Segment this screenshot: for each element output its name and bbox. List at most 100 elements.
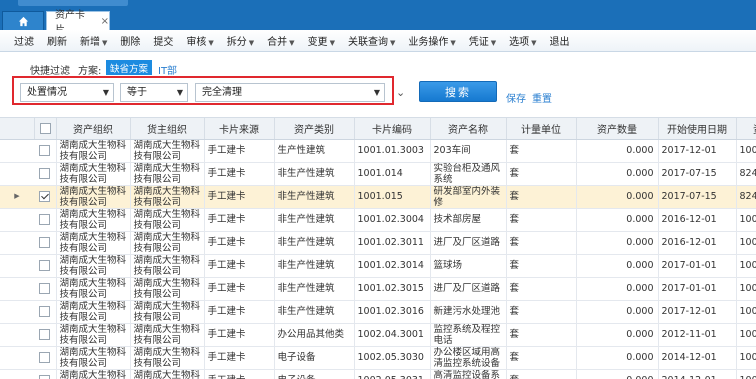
column-header[interactable]: 货主组织 <box>130 118 205 140</box>
row-checkbox[interactable] <box>39 352 51 363</box>
menu-item-label: 删除 <box>120 37 141 48</box>
row-checkbox[interactable] <box>39 168 51 179</box>
column-header[interactable]: 卡片来源 <box>204 118 275 140</box>
table-row[interactable]: 湖南成大生物科技有限公司湖南成大生物科技有限公司手工建卡电子设备1002.05.… <box>0 346 756 370</box>
row-checkbox-cell[interactable] <box>34 185 57 209</box>
row-checkbox[interactable] <box>39 145 51 156</box>
scheme-label: 方案: <box>78 66 102 77</box>
table-row[interactable]: 湖南成大生物科技有限公司 湖南成大生物科技有限公司 手工建卡 生产性建筑 1001.01… <box>0 139 756 163</box>
row-checkbox-cell[interactable] <box>34 323 57 347</box>
row-checkbox-cell[interactable] <box>34 369 57 379</box>
select-all-checkbox[interactable] <box>34 118 57 140</box>
double-chevron-down-icon[interactable]: ⌄ <box>396 86 405 99</box>
cell-category: 办公用品其他类 <box>274 323 355 347</box>
row-checkbox[interactable] <box>39 191 51 202</box>
cell-org: 湖南成大生物科技有限公司 <box>56 369 131 379</box>
row-checkbox-cell[interactable] <box>34 300 57 324</box>
row-checkbox-cell[interactable] <box>34 231 57 255</box>
cell-unit: 套 <box>506 185 577 209</box>
cell-name: 新建污水处理池 <box>430 300 507 324</box>
column-header[interactable]: 计量单位 <box>506 118 577 140</box>
scheme-it-link[interactable]: IT部 <box>158 62 177 77</box>
menu-item[interactable]: 新增 ▼ <box>80 33 107 48</box>
menu-item[interactable]: 退出 <box>550 33 570 48</box>
menu-item-label: 凭证 <box>468 37 489 48</box>
search-button[interactable]: 搜索 <box>419 81 497 102</box>
row-checkbox[interactable] <box>39 306 51 317</box>
column-header[interactable]: 资产名称 <box>430 118 507 140</box>
menu-item[interactable]: 选项 ▼ <box>509 33 536 48</box>
menu-item[interactable]: 变更 ▼ <box>308 33 335 48</box>
table-row[interactable]: 湖南成大生物科技有限公司湖南成大生物科技有限公司手工建卡电子设备1002.05.… <box>0 369 756 379</box>
filter-field-select[interactable]: 处置情况 ▼ <box>20 83 114 102</box>
row-checkbox-cell[interactable] <box>34 254 57 278</box>
cell-owner: 湖南成大生物科技有限公司 <box>130 231 205 255</box>
row-checkbox[interactable] <box>39 260 51 271</box>
menu-item[interactable]: 关联查询 ▼ <box>348 33 395 48</box>
close-icon[interactable]: × <box>101 16 109 27</box>
cell-date: 2016-12-01 <box>658 231 737 255</box>
menu-item[interactable]: 合并 ▼ <box>267 33 294 48</box>
cell-owner: 湖南成大生物科技有限公司 <box>130 277 205 301</box>
menu-item[interactable]: 删除 <box>120 33 140 48</box>
cell-qty: 0.000 <box>576 185 659 209</box>
reset-link[interactable]: 重置 <box>532 90 552 105</box>
cell-unit: 套 <box>506 231 577 255</box>
cell-unit: 套 <box>506 162 577 186</box>
cell-name: 进厂及厂区道路 <box>430 231 507 255</box>
menu-item[interactable]: 凭证 ▼ <box>469 33 496 48</box>
tab-asset-card[interactable]: 资产卡片 × <box>46 10 110 36</box>
row-checkbox-cell[interactable] <box>34 139 57 163</box>
cell-code: 1002.05.3030 <box>354 346 431 370</box>
column-header[interactable]: 开始使用日期 <box>658 118 737 140</box>
row-checkbox-cell[interactable] <box>34 208 57 232</box>
save-link[interactable]: 保存 <box>506 90 526 105</box>
quick-filter-label: 快捷过滤 <box>30 66 70 77</box>
table-row[interactable]: 湖南成大生物科技有限公司 湖南成大生物科技有限公司 手工建卡 非生产性建筑 1001.0… <box>0 162 756 186</box>
home-tab[interactable] <box>2 11 44 30</box>
row-checkbox[interactable] <box>39 329 51 340</box>
row-checkbox-cell[interactable] <box>34 277 57 301</box>
row-checkbox-cell[interactable] <box>34 346 57 370</box>
column-header[interactable]: 资产数量 <box>576 118 659 140</box>
row-checkbox[interactable] <box>39 214 51 225</box>
menu-item[interactable]: 拆分 ▼ <box>227 33 254 48</box>
cell-date: 2016-12-01 <box>658 208 737 232</box>
table-row[interactable]: ▶ 湖南成大生物科技有限公司 湖南成大生物科技有限公司 手工建卡 非生产性建筑 1001.… <box>0 185 756 209</box>
cell-date: 2017-07-15 <box>658 162 737 186</box>
chevron-down-icon: ▼ <box>102 39 108 47</box>
table-row[interactable]: 湖南成大生物科技有限公司 湖南成大生物科技有限公司 手工建卡 非生产性建筑 1001.0… <box>0 208 756 232</box>
cell-owner: 湖南成大生物科技有限公司 <box>130 254 205 278</box>
table-row[interactable]: 湖南成大生物科技有限公司 湖南成大生物科技有限公司 手工建卡 非生产性建筑 1001.0… <box>0 231 756 255</box>
menu-item[interactable]: 业务操作 ▼ <box>408 33 455 48</box>
menu-item-label: 业务操作 <box>408 37 449 48</box>
scheme-default-button[interactable]: 缺省方案 <box>106 60 152 75</box>
table-row[interactable]: 湖南成大生物科技有限公司 湖南成大生物科技有限公司 手工建卡 非生产性建筑 1001.0… <box>0 300 756 324</box>
table-row[interactable]: 湖南成大生物科技有限公司 湖南成大生物科技有限公司 手工建卡 非生产性建筑 1001.0… <box>0 254 756 278</box>
row-checkbox[interactable] <box>39 237 51 248</box>
chevron-down-icon: ▼ <box>329 39 335 47</box>
row-checkbox-cell[interactable] <box>34 162 57 186</box>
cell-source: 手工建卡 <box>204 254 275 278</box>
column-header[interactable]: 卡片编码 <box>354 118 431 140</box>
cell-source: 手工建卡 <box>204 277 275 301</box>
column-header[interactable]: 资产组织 <box>56 118 131 140</box>
current-row-arrow-icon: ▶ <box>0 185 34 209</box>
cell-org: 湖南成大生物科技有限公司 <box>56 300 131 324</box>
column-header[interactable]: 资产类别 <box>274 118 355 140</box>
row-checkbox[interactable] <box>39 375 51 379</box>
column-header[interactable]: 资 <box>736 118 756 140</box>
menu-item[interactable]: 刷新 <box>47 33 67 48</box>
menu-item[interactable]: 提交 <box>153 33 173 48</box>
cell-qty: 0.000 <box>576 208 659 232</box>
cell-owner: 湖南成大生物科技有限公司 <box>130 208 205 232</box>
filter-value-select[interactable]: 完全清理 ▼ <box>195 83 385 102</box>
table-row[interactable]: 湖南成大生物科技有限公司 湖南成大生物科技有限公司 手工建卡 非生产性建筑 1001.0… <box>0 277 756 301</box>
row-checkbox[interactable] <box>39 283 51 294</box>
table-row[interactable]: 湖南成大生物科技有限公司 湖南成大生物科技有限公司 手工建卡 办公用品其他类 1002.… <box>0 323 756 347</box>
menu-item[interactable]: 过滤 <box>14 33 34 48</box>
cell-org: 湖南成大生物科技有限公司 <box>56 185 131 209</box>
menu-item[interactable]: 审核 ▼ <box>186 33 213 48</box>
filter-operator-select[interactable]: 等于 ▼ <box>120 83 188 102</box>
cell-owner: 湖南成大生物科技有限公司 <box>130 323 205 347</box>
